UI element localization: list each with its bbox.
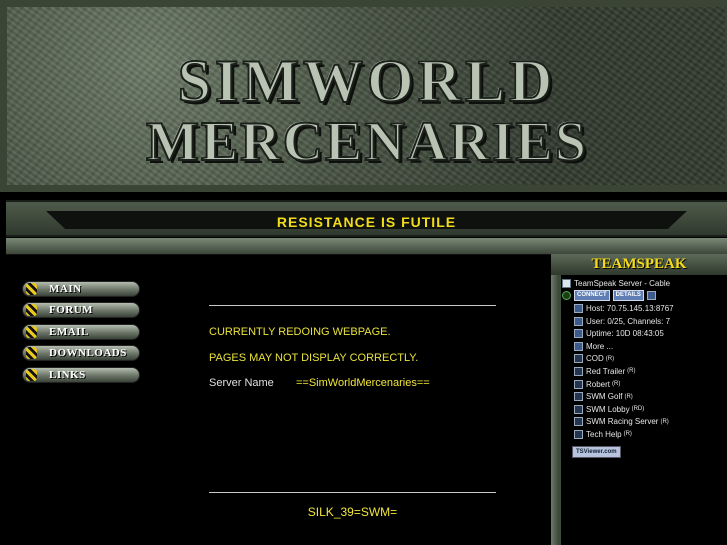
banner-title-line2: MERCENARIES bbox=[145, 110, 589, 174]
ts-channel-row[interactable]: Red Trailer (R) bbox=[562, 365, 727, 378]
footer-text: SILK_39=SWM= bbox=[307, 505, 398, 519]
ts-channel-row[interactable]: SWM Lobby (RD) bbox=[562, 403, 727, 416]
slogan-text: RESISTANCE IS FUTILE bbox=[276, 214, 457, 230]
channel-icon bbox=[574, 354, 583, 364]
server-name-value: ==SimWorldMercenaries== bbox=[296, 377, 430, 389]
channel-name: Tech Help bbox=[586, 429, 622, 439]
ts-channel-row[interactable]: SWM Racing Server (R) bbox=[562, 416, 727, 429]
ts-info-row: Host: 70.75.145.13:8767 bbox=[562, 302, 727, 315]
server-name-label: Server Name bbox=[209, 377, 274, 389]
ts-users: User: 0/25, Channels: 7 bbox=[586, 316, 671, 326]
nav-item-label: DOWNLOADS bbox=[49, 347, 127, 360]
ts-more-row[interactable]: More ... bbox=[562, 340, 727, 353]
channel-flag: (R) bbox=[623, 431, 632, 438]
nav-item-label: FORUM bbox=[49, 304, 94, 317]
banner-title-line1: SIMWORLD bbox=[177, 47, 557, 115]
notice-line-1: CURRENTLY REDOING WEBPAGE. bbox=[209, 326, 391, 338]
channel-icon bbox=[574, 417, 583, 427]
ts-server-name: TeamSpeak Server - Cable bbox=[574, 278, 671, 288]
channel-icon bbox=[574, 392, 583, 402]
ts-uptime: Uptime: 10D 08:43:05 bbox=[586, 329, 664, 339]
nav-item-label: LINKS bbox=[49, 368, 86, 381]
nav-item-links[interactable]: LINKS bbox=[22, 366, 140, 383]
teamspeak-header: TEAMSPEAK bbox=[551, 254, 727, 275]
tsviewer-badge[interactable]: TSViewer.com bbox=[572, 445, 621, 458]
teamspeak-panel-edge bbox=[551, 275, 559, 545]
details-button[interactable]: DETAILS bbox=[612, 290, 644, 302]
ts-host: Host: 70.75.145.13:8767 bbox=[586, 303, 674, 313]
channel-flag: (RD) bbox=[631, 406, 645, 413]
info-icon bbox=[574, 341, 583, 351]
ts-info-row: User: 0/25, Channels: 7 bbox=[562, 315, 727, 328]
nav-item-email[interactable]: EMAIL bbox=[22, 323, 140, 340]
channel-flag: (R) bbox=[627, 368, 636, 375]
info-icon bbox=[574, 316, 583, 326]
hazard-stripe-icon bbox=[26, 368, 37, 381]
info-icon bbox=[574, 329, 583, 339]
ts-action-row: CONNECT DETAILS bbox=[562, 290, 727, 303]
hazard-stripe-icon bbox=[26, 304, 37, 317]
nav-item-forum[interactable]: FORUM bbox=[22, 302, 140, 319]
nav-item-main[interactable]: MAIN bbox=[22, 281, 140, 297]
slogan-strip: RESISTANCE IS FUTILE bbox=[6, 200, 727, 237]
channel-name: Robert bbox=[586, 379, 611, 389]
teamspeak-icon bbox=[562, 278, 571, 288]
hazard-stripe-icon bbox=[26, 347, 37, 360]
info-icon[interactable] bbox=[646, 291, 656, 301]
channel-icon bbox=[574, 429, 583, 439]
ts-info-row: Uptime: 10D 08:43:05 bbox=[562, 327, 727, 340]
refresh-icon[interactable] bbox=[562, 291, 571, 301]
ts-channel-row[interactable]: SWM Golf (R) bbox=[562, 390, 727, 403]
channel-icon bbox=[574, 379, 583, 389]
info-icon bbox=[574, 303, 583, 313]
channel-name: SWM Racing Server bbox=[586, 417, 659, 427]
channel-name: SWM Lobby bbox=[586, 404, 630, 414]
content-bottom-rule bbox=[209, 492, 496, 493]
channel-icon bbox=[574, 366, 583, 376]
ts-channel-row[interactable]: Tech Help (R) bbox=[562, 428, 727, 441]
nav-item-label: MAIN bbox=[49, 283, 82, 295]
channel-flag: (R) bbox=[660, 418, 669, 425]
nav-item-label: EMAIL bbox=[49, 325, 89, 338]
channel-flag: (R) bbox=[605, 355, 615, 362]
ts-channel-row[interactable]: COD (R) bbox=[562, 353, 727, 366]
content-top-rule bbox=[209, 305, 496, 306]
channel-flag: (R) bbox=[624, 393, 633, 400]
ts-channel-row[interactable]: Robert (R) bbox=[562, 378, 727, 391]
notice-line-2: PAGES MAY NOT DISPLAY CORRECTLY. bbox=[209, 352, 419, 364]
channel-name: COD bbox=[586, 354, 604, 364]
divider-bar bbox=[6, 238, 727, 255]
channel-name: SWM Golf bbox=[586, 392, 623, 402]
ts-more-link[interactable]: More ... bbox=[586, 342, 613, 351]
channel-icon bbox=[574, 404, 583, 414]
site-banner: SIMWORLD MERCENARIES bbox=[0, 0, 727, 192]
channel-flag: (R) bbox=[612, 381, 621, 388]
channel-name: Red Trailer bbox=[586, 366, 626, 376]
main-nav: MAIN FORUM EMAIL DOWNLOADS LINKS bbox=[22, 281, 140, 388]
hazard-stripe-icon bbox=[26, 325, 37, 338]
teamspeak-tree: TeamSpeak Server - Cable CONNECT DETAILS … bbox=[562, 277, 727, 458]
hazard-stripe-icon bbox=[26, 283, 37, 295]
connect-button[interactable]: CONNECT bbox=[574, 290, 610, 302]
nav-item-downloads[interactable]: DOWNLOADS bbox=[22, 345, 140, 362]
ts-server-row[interactable]: TeamSpeak Server - Cable bbox=[562, 277, 727, 290]
